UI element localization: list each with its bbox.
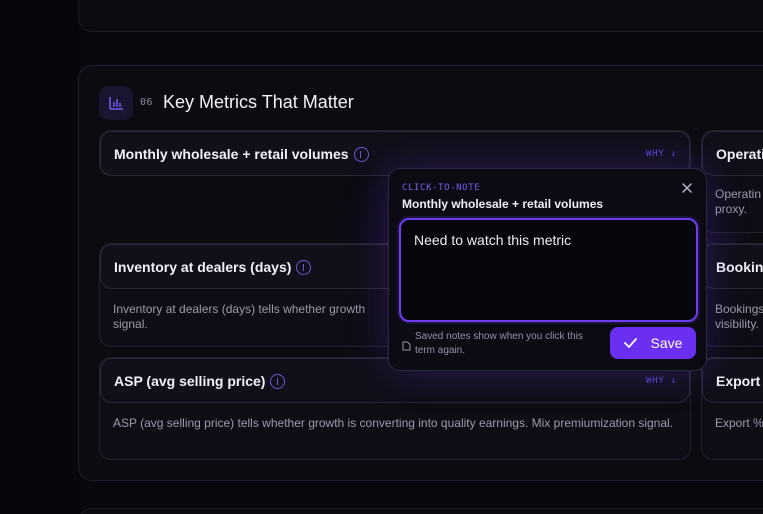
metric-description: Export %: [715, 416, 763, 430]
previous-section: [78, 0, 763, 32]
bar-chart-icon: [99, 86, 133, 120]
metric-card-asp[interactable]: ASP (avg selling price) WHY ↓ ASP (avg s…: [99, 357, 691, 460]
metric-description: Bookings visibility.: [715, 302, 763, 331]
metric-description: ASP (avg selling price) tells whether gr…: [113, 416, 674, 430]
section-number: 06: [140, 97, 154, 108]
metric-title: Export: [716, 373, 761, 389]
metric-card-operating[interactable]: Operati Operatin proxy.: [701, 130, 763, 233]
section-title: Key Metrics That Matter: [163, 92, 354, 112]
check-icon: [623, 335, 637, 351]
metric-description: Inventory at dealers (days) tells whethe…: [113, 302, 366, 331]
info-icon[interactable]: [270, 374, 286, 389]
metric-card-bookings[interactable]: Booking Bookings visibility.: [701, 243, 763, 347]
info-icon[interactable]: [353, 147, 369, 162]
left-rail: [0, 0, 78, 514]
save-hint: Saved notes show when you click this ter…: [415, 331, 583, 356]
note-popup: CLICK-TO-NOTE Monthly wholesale + retail…: [388, 168, 707, 371]
save-label: Save: [650, 335, 683, 351]
metric-title: ASP (avg selling price): [114, 373, 266, 389]
info-icon[interactable]: [296, 260, 312, 275]
metric-description: Operatin proxy.: [715, 187, 762, 216]
save-button[interactable]: Save: [610, 327, 696, 359]
why-toggle[interactable]: WHY ↓: [646, 376, 677, 386]
note-textarea[interactable]: Need to watch this metric: [399, 218, 698, 322]
metric-card-header[interactable]: Operati: [702, 131, 763, 176]
metric-title: Operati: [716, 146, 763, 162]
popup-title: Monthly wholesale + retail volumes: [402, 197, 604, 211]
metric-card-export[interactable]: Export Export %: [701, 357, 763, 460]
metric-title: Inventory at dealers (days): [114, 259, 292, 275]
metric-card-header[interactable]: Booking: [702, 244, 763, 289]
popup-kicker: CLICK-TO-NOTE: [402, 183, 481, 193]
next-section: [78, 508, 763, 514]
metric-title: Booking: [716, 259, 763, 275]
close-icon[interactable]: [680, 181, 694, 195]
note-icon: [402, 338, 411, 356]
metric-title: Monthly wholesale + retail volumes: [114, 146, 349, 162]
metric-card-header[interactable]: Export: [702, 358, 763, 403]
why-toggle[interactable]: WHY ↓: [646, 149, 677, 159]
